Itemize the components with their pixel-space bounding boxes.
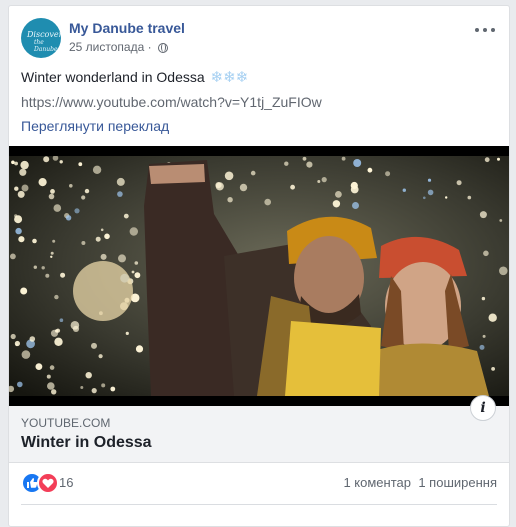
- info-icon[interactable]: i: [470, 395, 496, 421]
- shares-count[interactable]: 1 поширення: [418, 475, 497, 490]
- post-text-content: Winter wonderland in Odessa: [21, 69, 205, 85]
- post-meta: 25 листопада ·: [69, 40, 168, 54]
- meta-separator: ·: [147, 40, 152, 54]
- avatar-text-1: Discover: [27, 30, 61, 39]
- video-thumbnail[interactable]: [9, 146, 509, 406]
- reaction-count[interactable]: 16: [59, 475, 73, 490]
- post-link[interactable]: https://www.youtube.com/watch?v=Y1tj_ZuF…: [21, 94, 322, 110]
- see-translation-link[interactable]: Переглянути переклад: [21, 118, 169, 134]
- dot-icon: [491, 28, 495, 32]
- love-icon[interactable]: [37, 472, 59, 494]
- link-title[interactable]: Winter in Odessa: [21, 434, 152, 452]
- page-avatar[interactable]: Discover the Danube: [21, 18, 61, 58]
- post-text: Winter wonderland in Odessa ❄❄❄: [21, 68, 248, 86]
- dot-icon: [475, 28, 479, 32]
- link-preview[interactable]: YOUTUBE.COM Winter in Odessa: [9, 406, 509, 463]
- avatar-text-2: the Danube: [34, 39, 58, 53]
- dot-icon: [483, 28, 487, 32]
- snowflake-icon: ❄❄❄: [210, 69, 249, 86]
- globe-icon[interactable]: [157, 43, 168, 53]
- page-name[interactable]: My Danube travel: [69, 20, 185, 36]
- reactions-bar: 16 1 коментар 1 поширення: [21, 472, 497, 494]
- more-options-button[interactable]: [473, 18, 497, 42]
- post-header: Discover the Danube My Danube travel 25 …: [21, 18, 497, 60]
- post-card: Discover the Danube My Danube travel 25 …: [8, 5, 510, 527]
- video-thumbnail-image: [9, 146, 509, 406]
- divider: [21, 504, 497, 505]
- post-date[interactable]: 25 листопада: [69, 40, 144, 54]
- link-domain: YOUTUBE.COM: [21, 416, 111, 430]
- comments-count[interactable]: 1 коментар: [343, 475, 411, 490]
